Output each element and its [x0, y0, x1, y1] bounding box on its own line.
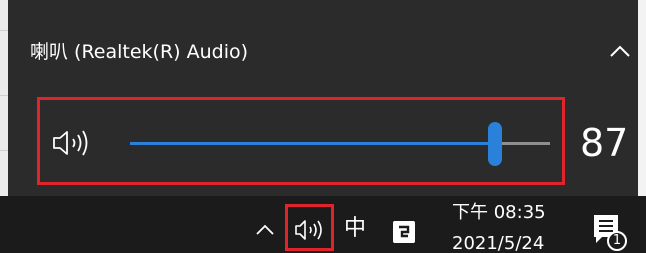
volume-slider-fill [130, 142, 496, 145]
ime-indicator[interactable]: 中 [344, 214, 366, 244]
speaker-icon[interactable] [293, 218, 329, 242]
notification-count-badge: 1 [607, 231, 627, 251]
volume-value: 87 [580, 121, 629, 165]
audio-device-name[interactable]: 喇叭 (Realtek(R) Audio) [30, 40, 248, 64]
volume-slider-track[interactable] [130, 142, 550, 145]
chevron-up-icon[interactable] [255, 222, 275, 236]
clock-time[interactable]: 下午 08:35 [452, 201, 546, 225]
chevron-up-icon[interactable] [609, 44, 631, 58]
volume-control-highlight [37, 97, 565, 185]
screen: 喇叭 (Realtek(R) Audio) 87 中 下午 08:35 2021… [0, 0, 646, 253]
clock-date[interactable]: 2021/5/24 [452, 232, 544, 253]
speaker-icon[interactable] [51, 128, 97, 158]
volume-slider-thumb[interactable] [488, 122, 503, 166]
app-icon[interactable] [393, 221, 415, 243]
background-window-edge-right [638, 0, 646, 196]
background-window-edge [0, 0, 8, 196]
